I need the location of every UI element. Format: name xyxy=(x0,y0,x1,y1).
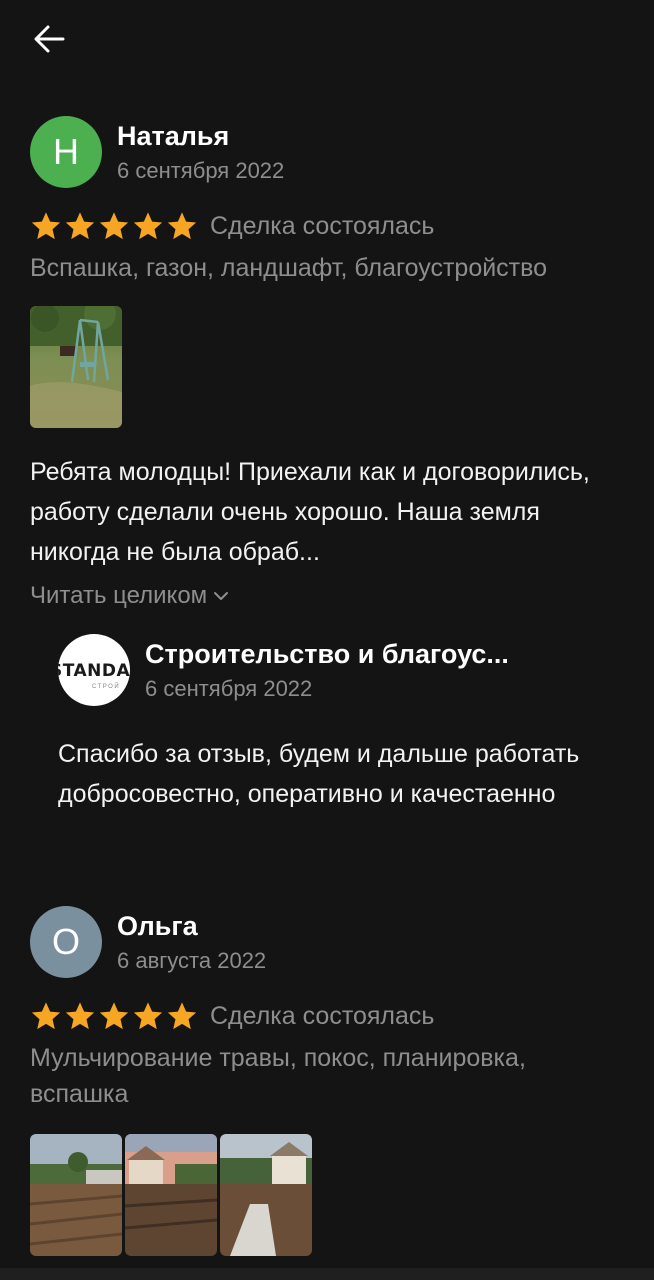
garden-swing-photo xyxy=(30,306,122,428)
star-icon xyxy=(133,1002,163,1030)
star-icon xyxy=(167,212,197,240)
review-text: Ребята молодцы! Приехали как и договорил… xyxy=(30,458,590,566)
company-logo[interactable]: STANDA СТРОЙ xyxy=(58,634,130,706)
company-name[interactable]: Строительство и благоус... xyxy=(145,637,509,671)
author-name[interactable]: Ольга xyxy=(117,909,266,943)
arrow-left-icon xyxy=(34,25,65,53)
review-photo[interactable] xyxy=(30,1134,122,1256)
star-icon xyxy=(167,1002,197,1030)
rating-row: Сделка состоялась xyxy=(30,996,624,1036)
review-photo[interactable] xyxy=(30,306,122,428)
avatar[interactable]: О xyxy=(30,906,102,978)
services-list: Вспашка, газон, ландшафт, благоустройств… xyxy=(30,254,548,282)
reply-date: 6 сентября 2022 xyxy=(145,675,313,701)
star-rating xyxy=(30,210,198,242)
review-card: О Ольга 6 августа 2022 Сделка состоялась… xyxy=(30,906,624,1256)
review-photos xyxy=(30,306,624,428)
star-icon xyxy=(133,212,163,240)
review-date: 6 сентября 2022 xyxy=(117,157,285,183)
review-photo[interactable] xyxy=(220,1134,312,1256)
review-photos xyxy=(30,1134,624,1256)
star-icon xyxy=(99,212,129,240)
logo-text: STANDA xyxy=(58,661,130,681)
review-header: О Ольга 6 августа 2022 xyxy=(30,906,624,978)
reviews-screen: Н Наталья 6 сентября 2022 Сделка состоял… xyxy=(0,0,654,1280)
review-photo[interactable] xyxy=(125,1134,217,1256)
company-block: Строительство и благоус... 6 сентября 20… xyxy=(145,637,509,704)
review-header: Н Наталья 6 сентября 2022 xyxy=(30,116,624,188)
back-button[interactable] xyxy=(26,18,72,60)
star-icon xyxy=(65,212,95,240)
review-card: Н Наталья 6 сентября 2022 Сделка состоял… xyxy=(30,116,624,614)
company-reply: STANDA СТРОЙ Строительство и благоус... … xyxy=(58,634,624,814)
star-icon xyxy=(31,1002,61,1030)
deal-status: Сделка состоялась xyxy=(210,1001,435,1030)
deal-status: Сделка состоялась xyxy=(210,211,435,240)
plowed-field-photo-2 xyxy=(125,1134,217,1256)
avatar[interactable]: Н xyxy=(30,116,102,188)
services-list: Мульчирование травы, покос, планировка, … xyxy=(30,1044,526,1108)
read-more-link[interactable]: Читать целиком xyxy=(30,578,624,614)
star-icon xyxy=(31,212,61,240)
star-icon xyxy=(99,1002,129,1030)
logo-subtext: СТРОЙ xyxy=(92,684,121,690)
chevron-down-icon xyxy=(214,592,229,600)
bottom-edge xyxy=(0,1268,654,1280)
reply-text: Спасибо за отзыв, будем и дальше работат… xyxy=(58,740,580,808)
rating-row: Сделка состоялась xyxy=(30,206,624,246)
author-name[interactable]: Наталья xyxy=(117,119,284,153)
plowed-field-photo-3 xyxy=(220,1134,312,1256)
author-block: Ольга 6 августа 2022 xyxy=(117,909,266,976)
star-icon xyxy=(65,1002,95,1030)
reply-header: STANDA СТРОЙ Строительство и благоус... … xyxy=(58,634,624,706)
review-date: 6 августа 2022 xyxy=(117,947,267,973)
star-rating xyxy=(30,1000,198,1032)
author-block: Наталья 6 сентября 2022 xyxy=(117,119,284,186)
plowed-field-photo-1 xyxy=(30,1134,122,1256)
read-more-label: Читать целиком xyxy=(30,582,208,609)
